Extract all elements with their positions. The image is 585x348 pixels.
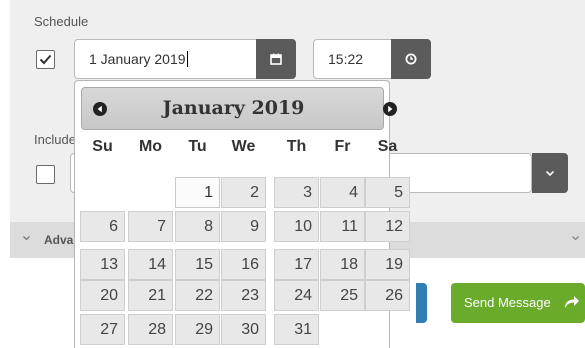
time-picker-button[interactable]: [391, 39, 431, 79]
calendar-day[interactable]: 11: [320, 211, 365, 242]
calendar-day[interactable]: 21: [128, 280, 173, 311]
calendar-day[interactable]: 9: [221, 211, 266, 242]
calendar-day[interactable]: 30: [221, 314, 266, 345]
calendar-day[interactable]: 7: [128, 211, 173, 242]
share-arrow-icon: [565, 296, 579, 308]
schedule-date-input[interactable]: 1 January 2019: [74, 39, 256, 79]
send-message-label: Send Message: [464, 295, 551, 310]
calendar-day[interactable]: 6: [80, 211, 125, 242]
weekday-header: We: [231, 138, 256, 155]
calendar-day[interactable]: 12: [365, 211, 410, 242]
weekday-header: Sa: [377, 138, 398, 155]
calendar-day[interactable]: 17: [274, 249, 319, 280]
calendar-day[interactable]: 19: [365, 249, 410, 280]
calendar-day[interactable]: 10: [274, 211, 319, 242]
calendar-day[interactable]: 26: [365, 280, 410, 311]
calendar-day[interactable]: 24: [274, 280, 319, 311]
send-message-button[interactable]: Send Message: [451, 283, 585, 323]
calendar-day[interactable]: 14: [128, 249, 173, 280]
schedule-label: Schedule: [34, 14, 89, 29]
weekday-header: Mo: [138, 138, 163, 155]
schedule-time-input[interactable]: 15:22: [313, 39, 391, 79]
include-label: Include: [34, 132, 76, 147]
calendar-day[interactable]: 25: [320, 280, 365, 311]
calendar-day[interactable]: 22: [175, 280, 220, 311]
calendar-day[interactable]: 18: [320, 249, 365, 280]
calendar-day[interactable]: 3: [274, 177, 319, 208]
clock-icon: [405, 53, 417, 65]
include-select-toggle[interactable]: [532, 153, 568, 193]
chevron-down-icon: [572, 236, 579, 241]
calendar-day[interactable]: 16: [221, 249, 266, 280]
schedule-date-value: 1 January 2019: [89, 51, 186, 67]
calendar-day[interactable]: 23: [221, 280, 266, 311]
calendar-day[interactable]: 31: [274, 314, 319, 345]
calendar-day[interactable]: 27: [80, 314, 125, 345]
weekday-header: Fr: [334, 138, 351, 155]
date-picker-button[interactable]: [256, 39, 296, 79]
calendar-day[interactable]: 28: [128, 314, 173, 345]
calendar-day[interactable]: 1: [175, 177, 220, 208]
calendar-day[interactable]: 4: [320, 177, 365, 208]
datepicker-header: January 2019: [81, 87, 397, 130]
calendar-day[interactable]: 5: [365, 177, 410, 208]
calendar-day[interactable]: 20: [80, 280, 125, 311]
datepicker-month-title: January 2019: [162, 97, 305, 119]
weekday-header: Tu: [188, 138, 207, 155]
include-checkbox[interactable]: [36, 165, 55, 184]
calendar-day[interactable]: 13: [80, 249, 125, 280]
calendar-day[interactable]: 2: [221, 177, 266, 208]
datepicker-popup: January 2019 Su Mo Tu We Th Fr Sa 1 2 3 4 5 6 7 8 9 10 11…: [74, 80, 410, 348]
schedule-checkbox[interactable]: [36, 50, 55, 69]
checkmark-icon: [39, 54, 52, 65]
circle-triangle-right-icon[interactable]: [383, 102, 397, 116]
text-cursor: [186, 51, 188, 67]
chevron-down-icon: [23, 236, 30, 241]
calendar-day[interactable]: 8: [175, 211, 220, 242]
weekday-header: Su: [92, 138, 113, 155]
weekday-header: Th: [286, 138, 307, 155]
advanced-label: Advanced: [44, 233, 76, 247]
calendar-day[interactable]: 29: [175, 314, 220, 345]
chevron-down-icon: [545, 170, 555, 176]
secondary-action-button[interactable]: [416, 283, 427, 323]
calendar-icon: [270, 53, 282, 65]
circle-triangle-left-icon[interactable]: [93, 102, 107, 116]
calendar-day[interactable]: 15: [175, 249, 220, 280]
